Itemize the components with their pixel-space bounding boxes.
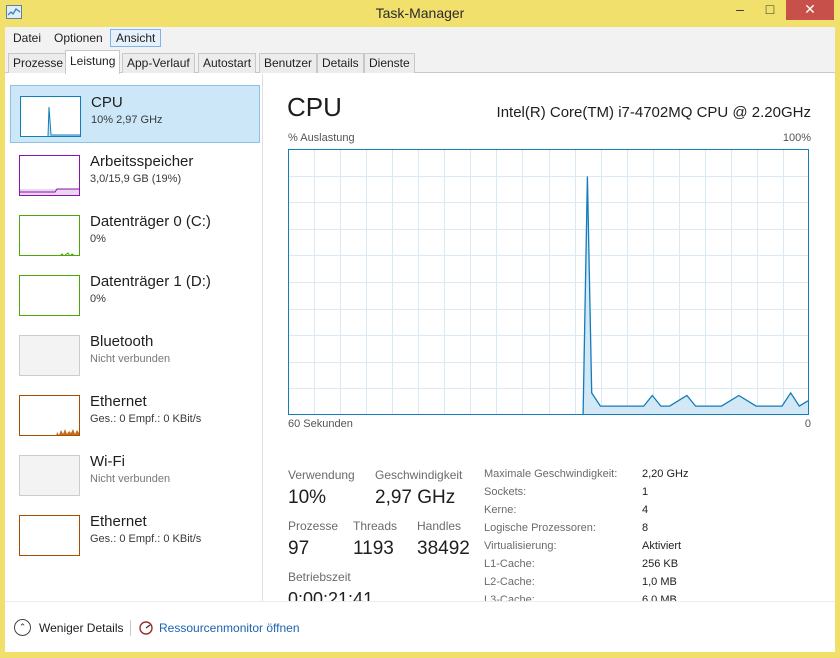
menu-ansicht[interactable]: Ansicht: [110, 29, 162, 47]
threads-label: Threads: [353, 519, 398, 533]
resource-sidebar: CPU 10% 2,97 GHz Arbeitsspeicher 3,0/15,…: [5, 74, 263, 601]
handles-value: 38492: [417, 538, 470, 559]
less-details-button[interactable]: Weniger Details: [39, 621, 123, 635]
sidebar-item-wifi[interactable]: Wi-Fi Nicht verbunden: [10, 445, 260, 503]
bluetooth-thumbnail-graph: [19, 335, 80, 376]
sidebar-item-ethernet-2[interactable]: Ethernet Ges.: 0 Empf.: 0 KBit/s: [10, 505, 260, 563]
maximize-button[interactable]: □: [756, 0, 784, 20]
cpu-model-name: Intel(R) Core(TM) i7-4702MQ CPU @ 2.20GH…: [496, 104, 811, 121]
sidebar-item-name: Arbeitsspeicher: [90, 153, 194, 170]
cpu-usage-chart: [288, 149, 809, 415]
window-title: Task-Manager: [375, 5, 465, 21]
sidebar-item-datentraeger-1[interactable]: Datenträger 1 (D:) 0%: [10, 265, 260, 323]
verwendung-label: Verwendung: [288, 468, 355, 482]
sidebar-item-sub: Ges.: 0 Empf.: 0 KBit/s: [90, 413, 202, 425]
ethernet-1-thumbnail-graph: [19, 395, 80, 436]
tab-dienste[interactable]: Dienste: [364, 53, 415, 73]
sidebar-item-name: Bluetooth: [90, 333, 154, 350]
x-axis-min-label: 0: [804, 418, 811, 430]
sidebar-item-sub: 0%: [90, 293, 106, 305]
resource-monitor-icon: [139, 621, 153, 635]
disk-0-thumbnail-graph: [19, 215, 80, 256]
title-bar: Task-Manager – □ ✕: [0, 0, 840, 27]
sidebar-item-sub: Nicht verbunden: [90, 473, 171, 485]
sidebar-item-sub: 3,0/15,9 GB (19%): [90, 173, 182, 185]
y-axis-max-label: 100%: [782, 132, 811, 144]
sidebar-item-name: CPU: [91, 94, 123, 111]
x-axis-label: 60 Sekunden: [288, 418, 353, 430]
spec-value: 256 KB: [642, 558, 679, 570]
menu-bar: Datei Optionen Ansicht: [5, 27, 835, 49]
spec-value: 1: [642, 486, 649, 498]
handles-label: Handles: [417, 519, 462, 533]
footer-divider: [130, 620, 131, 636]
menu-optionen[interactable]: Optionen: [48, 29, 109, 47]
geschwindigkeit-value: 2,97 GHz: [375, 487, 456, 508]
spec-label: Virtualisierung:: [484, 540, 557, 552]
spec-value: 4: [642, 504, 649, 516]
verwendung-value: 10%: [288, 487, 327, 508]
memory-thumbnail-graph: [19, 155, 80, 196]
open-resource-monitor-link[interactable]: Ressourcenmonitor öffnen: [159, 621, 300, 635]
ethernet-2-thumbnail-graph: [19, 515, 80, 556]
sidebar-item-name: Ethernet: [90, 513, 147, 530]
threads-value: 1193: [353, 538, 394, 559]
tab-autostart[interactable]: Autostart: [198, 53, 257, 73]
sidebar-item-arbeitsspeicher[interactable]: Arbeitsspeicher 3,0/15,9 GB (19%): [10, 145, 260, 203]
tab-benutzer[interactable]: Benutzer: [259, 53, 318, 73]
spec-label: L1-Cache:: [484, 558, 535, 570]
sidebar-item-ethernet-1[interactable]: Ethernet Ges.: 0 Empf.: 0 KBit/s: [10, 385, 260, 443]
cpu-thumbnail-graph: [20, 96, 81, 137]
spec-value: 1,0 MB: [642, 576, 677, 588]
minimize-button[interactable]: –: [726, 0, 754, 20]
spec-value: Aktiviert: [642, 540, 682, 552]
sidebar-item-sub: Ges.: 0 Empf.: 0 KBit/s: [90, 533, 202, 545]
spec-label: Maximale Geschwindigkeit:: [484, 468, 618, 480]
page-title: CPU: [287, 92, 342, 122]
footer: ⌃ Weniger Details Ressourcenmonitor öffn…: [5, 601, 835, 652]
wifi-thumbnail-graph: [19, 455, 80, 496]
tab-app-verlauf[interactable]: App-Verlauf: [122, 53, 195, 73]
sidebar-item-sub: Nicht verbunden: [90, 353, 171, 365]
tab-details[interactable]: Details: [317, 53, 364, 73]
window-client-area: Datei Optionen Ansicht Prozesse Leistung…: [5, 27, 835, 652]
tab-prozesse[interactable]: Prozesse: [8, 53, 69, 73]
spec-label: L2-Cache:: [484, 576, 535, 588]
chevron-up-icon[interactable]: ⌃: [14, 619, 31, 636]
cpu-detail-panel: CPU Intel(R) Core(TM) i7-4702MQ CPU @ 2.…: [264, 74, 835, 609]
sidebar-item-name: Datenträger 1 (D:): [90, 273, 211, 290]
tab-bar: Prozesse Leistung App-Verlauf Autostart …: [5, 49, 835, 74]
sidebar-item-sub: 10% 2,97 GHz: [91, 114, 163, 126]
sidebar-item-cpu[interactable]: CPU 10% 2,97 GHz: [10, 85, 260, 143]
geschwindigkeit-label: Geschwindigkeit: [375, 468, 463, 482]
spec-label: Kerne:: [484, 504, 517, 516]
spec-value: 8: [642, 522, 649, 534]
menu-datei[interactable]: Datei: [7, 29, 47, 47]
betriebszeit-label: Betriebszeit: [288, 570, 351, 584]
sidebar-item-name: Ethernet: [90, 393, 147, 410]
prozesse-value: 97: [288, 538, 310, 559]
sidebar-item-name: Datenträger 0 (C:): [90, 213, 211, 230]
sidebar-item-bluetooth[interactable]: Bluetooth Nicht verbunden: [10, 325, 260, 383]
prozesse-label: Prozesse: [288, 519, 339, 533]
y-axis-label: % Auslastung: [288, 132, 355, 144]
spec-label: Logische Prozessoren:: [484, 522, 596, 534]
sidebar-item-sub: 0%: [90, 233, 106, 245]
close-button[interactable]: ✕: [786, 0, 834, 20]
disk-1-thumbnail-graph: [19, 275, 80, 316]
tab-leistung[interactable]: Leistung: [65, 50, 121, 74]
sidebar-item-name: Wi-Fi: [90, 453, 125, 470]
spec-value: 2,20 GHz: [642, 468, 689, 480]
spec-label: Sockets:: [484, 486, 527, 498]
sidebar-item-datentraeger-0[interactable]: Datenträger 0 (C:) 0%: [10, 205, 260, 263]
